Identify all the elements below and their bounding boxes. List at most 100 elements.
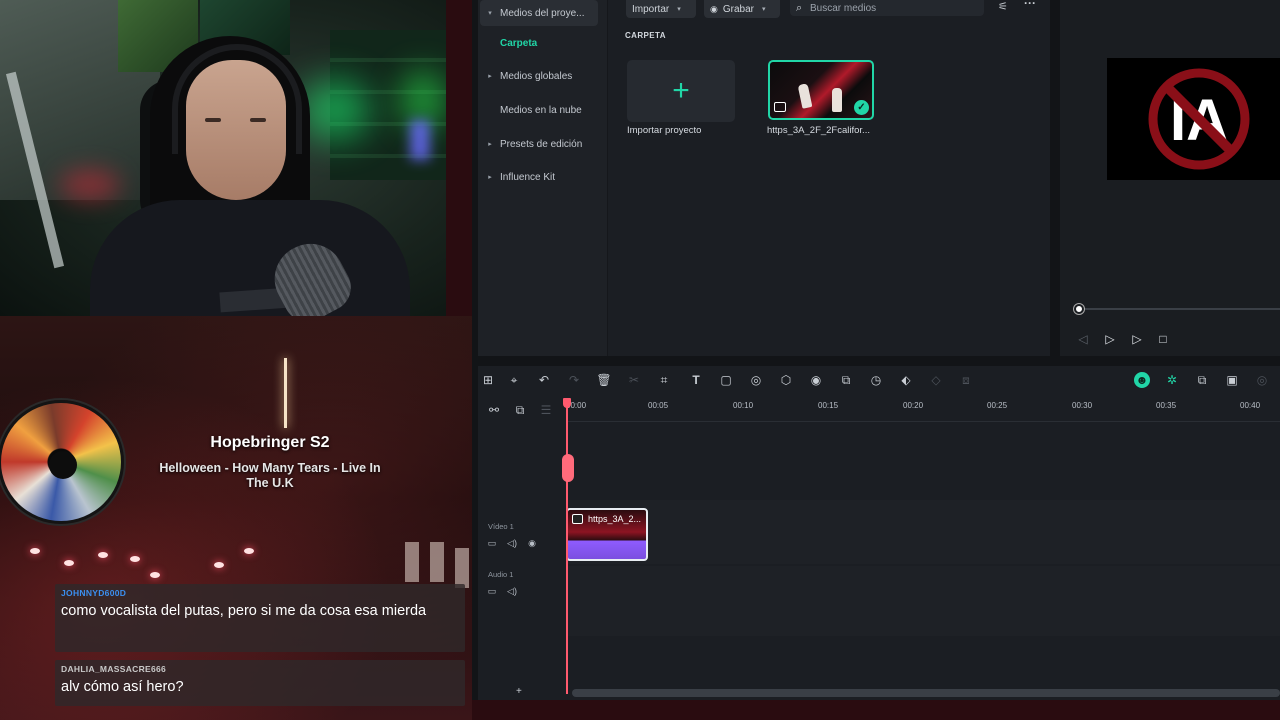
- record-icon: ◉: [710, 3, 718, 14]
- record-button[interactable]: ◉ Grabar ▾: [704, 0, 780, 18]
- edit-icon[interactable]: ⧉: [838, 372, 854, 388]
- effects-track-lane[interactable]: [566, 442, 1280, 494]
- image-icon: [572, 514, 583, 524]
- volume-icon[interactable]: ◁): [506, 537, 518, 549]
- record-label: Grabar: [722, 3, 754, 15]
- text-icon[interactable]: T: [688, 372, 704, 388]
- crop-icon[interactable]: ⌗: [656, 372, 672, 388]
- audio-track-lane[interactable]: [566, 566, 1280, 636]
- search-icon: ⌕: [796, 1, 803, 14]
- timeline-clip-label: https_3A_2...: [588, 514, 642, 524]
- ai-icon[interactable]: ◉: [808, 372, 824, 388]
- bg-window: [405, 542, 419, 582]
- previous-frame-icon[interactable]: ◁: [1076, 332, 1090, 346]
- link-icon[interactable]: ⚯: [486, 402, 502, 418]
- sticker-icon[interactable]: ◇: [928, 372, 944, 388]
- snap-icon[interactable]: ✲: [1164, 372, 1180, 388]
- ruler-label: 00:30: [1072, 401, 1093, 410]
- redo-icon[interactable]: ↷: [566, 372, 582, 388]
- timeline-video-clip[interactable]: https_3A_2...: [566, 508, 648, 561]
- preview-scrub-handle[interactable]: [1074, 304, 1084, 314]
- screenshot-icon[interactable]: ▣: [1224, 372, 1240, 388]
- color-icon[interactable]: ⬡: [778, 372, 794, 388]
- chevron-down-icon: ▾: [677, 6, 681, 13]
- preview-panel: IA ◁ ▷ ▷ □: [1060, 0, 1280, 356]
- bg-light: [98, 552, 108, 558]
- next-frame-icon[interactable]: ▷: [1103, 332, 1117, 346]
- shape-icon[interactable]: ▢: [718, 372, 734, 388]
- bg-light: [244, 548, 254, 554]
- no-ai-logo: IA: [1148, 68, 1250, 170]
- preview-video[interactable]: IA: [1107, 58, 1280, 180]
- sidebar-item-folder[interactable]: Carpeta: [480, 30, 598, 56]
- bg-light: [130, 556, 140, 562]
- chevron-down-icon: ▾: [488, 10, 492, 17]
- folder-icon[interactable]: ▭: [486, 537, 498, 549]
- settings-icon[interactable]: ◎: [1254, 372, 1270, 388]
- speed-icon[interactable]: ◷: [868, 372, 884, 388]
- delete-icon[interactable]: 🗑: [596, 372, 612, 388]
- now-playing-subtitle: Helloween - How Many Tears - Live In The…: [159, 461, 381, 490]
- sidebar-item-label: Influence Kit: [500, 171, 556, 183]
- chat-username: DAHLIA_MASSACRE666: [61, 664, 167, 674]
- ruler-label: 00:40: [1240, 401, 1261, 410]
- webcam-feed: [0, 0, 446, 316]
- media-link-icon[interactable]: ⧉: [1194, 372, 1210, 388]
- more-options-icon[interactable]: ···: [1024, 0, 1040, 10]
- stop-icon[interactable]: □: [1156, 332, 1170, 346]
- sidebar-item-label: Presets de edición: [500, 138, 583, 150]
- preview-scrub-track[interactable]: [1076, 308, 1280, 310]
- audio-track-label: Audio 1: [488, 570, 514, 579]
- select-tool-icon[interactable]: ⌖: [506, 372, 522, 388]
- import-project-tile[interactable]: +: [627, 60, 735, 122]
- sidebar-item-project-media[interactable]: ▾ Medios del proye...: [480, 0, 598, 26]
- volume-icon[interactable]: ◁): [506, 585, 518, 597]
- sidebar-item-label: Carpeta: [500, 37, 538, 49]
- ai-assistant-icon[interactable]: ☻: [1134, 372, 1150, 388]
- bg-light: [30, 548, 40, 554]
- sidebar-item-influence-kit[interactable]: ▸ Influence Kit: [480, 164, 598, 190]
- playhead[interactable]: [566, 398, 568, 694]
- chevron-right-icon: ▸: [488, 174, 492, 181]
- sidebar-item-edit-presets[interactable]: ▸ Presets de edición: [480, 131, 598, 157]
- search-input[interactable]: ⌕ Buscar medios: [790, 0, 984, 16]
- track-layout-icon[interactable]: ☰: [538, 402, 554, 418]
- timeline-scrollbar[interactable]: [572, 689, 1280, 697]
- chevron-down-icon: ▾: [761, 6, 766, 13]
- track-manage-icon[interactable]: ⧉: [512, 402, 528, 418]
- plus-icon: +: [672, 74, 690, 107]
- tag-icon[interactable]: ⬖: [898, 372, 914, 388]
- mask-icon[interactable]: ◎: [748, 372, 764, 388]
- media-browser: Importar ▾ ◉ Grabar ▾ ⌕ Buscar medios ⚟ …: [608, 0, 1050, 356]
- playhead-marker[interactable]: [562, 454, 574, 482]
- eye-icon[interactable]: ◉: [526, 537, 538, 549]
- search-placeholder: Buscar medios: [810, 2, 877, 14]
- thumb-figure: [832, 88, 842, 112]
- bg-window: [430, 542, 444, 582]
- ruler-label: 00:25: [987, 401, 1008, 410]
- folder-icon[interactable]: ▭: [486, 585, 498, 597]
- import-button[interactable]: Importar ▾: [626, 0, 696, 18]
- timeline-ruler[interactable]: 00:00 00:05 00:10 00:15 00:20 00:25 00:3…: [566, 396, 1280, 422]
- video-track-lane[interactable]: [566, 500, 1280, 564]
- sidebar-item-global-media[interactable]: ▸ Medios globales: [480, 63, 598, 89]
- timeline-panel: ⊞ ⌖ ↶ ↷ 🗑 ✂ ⌗ T ▢ ◎ ⬡ ◉ ⧉ ◷ ⬖ ◇ ⧈ ☻ ✲ ⧉ …: [478, 366, 1280, 700]
- group-icon[interactable]: ⧈: [958, 372, 974, 388]
- add-track-icon[interactable]: +: [516, 686, 522, 697]
- video-editor: ▾ Medios del proye... Carpeta ▸ Medios g…: [472, 0, 1280, 700]
- filter-icon[interactable]: ⚟: [998, 0, 1014, 14]
- chevron-right-icon: ▸: [488, 141, 492, 148]
- cut-icon[interactable]: ✂: [626, 372, 642, 388]
- playhead-handle[interactable]: [563, 398, 571, 408]
- play-icon[interactable]: ▷: [1130, 332, 1144, 346]
- chat-message: DAHLIA_MASSACRE666 alv cómo así hero?: [55, 660, 465, 706]
- webcam-green-light: [300, 80, 370, 140]
- sidebar-item-label: Medios del proye...: [500, 7, 585, 19]
- layout-icon[interactable]: ⊞: [480, 372, 496, 388]
- bg-light: [150, 572, 160, 578]
- media-clip-thumbnail[interactable]: ✓: [768, 60, 874, 120]
- sidebar-item-cloud-media[interactable]: Medios en la nube: [480, 97, 598, 123]
- now-playing-title: Hopebringer S2: [210, 434, 330, 451]
- import-label: Importar: [632, 3, 670, 15]
- undo-icon[interactable]: ↶: [536, 372, 552, 388]
